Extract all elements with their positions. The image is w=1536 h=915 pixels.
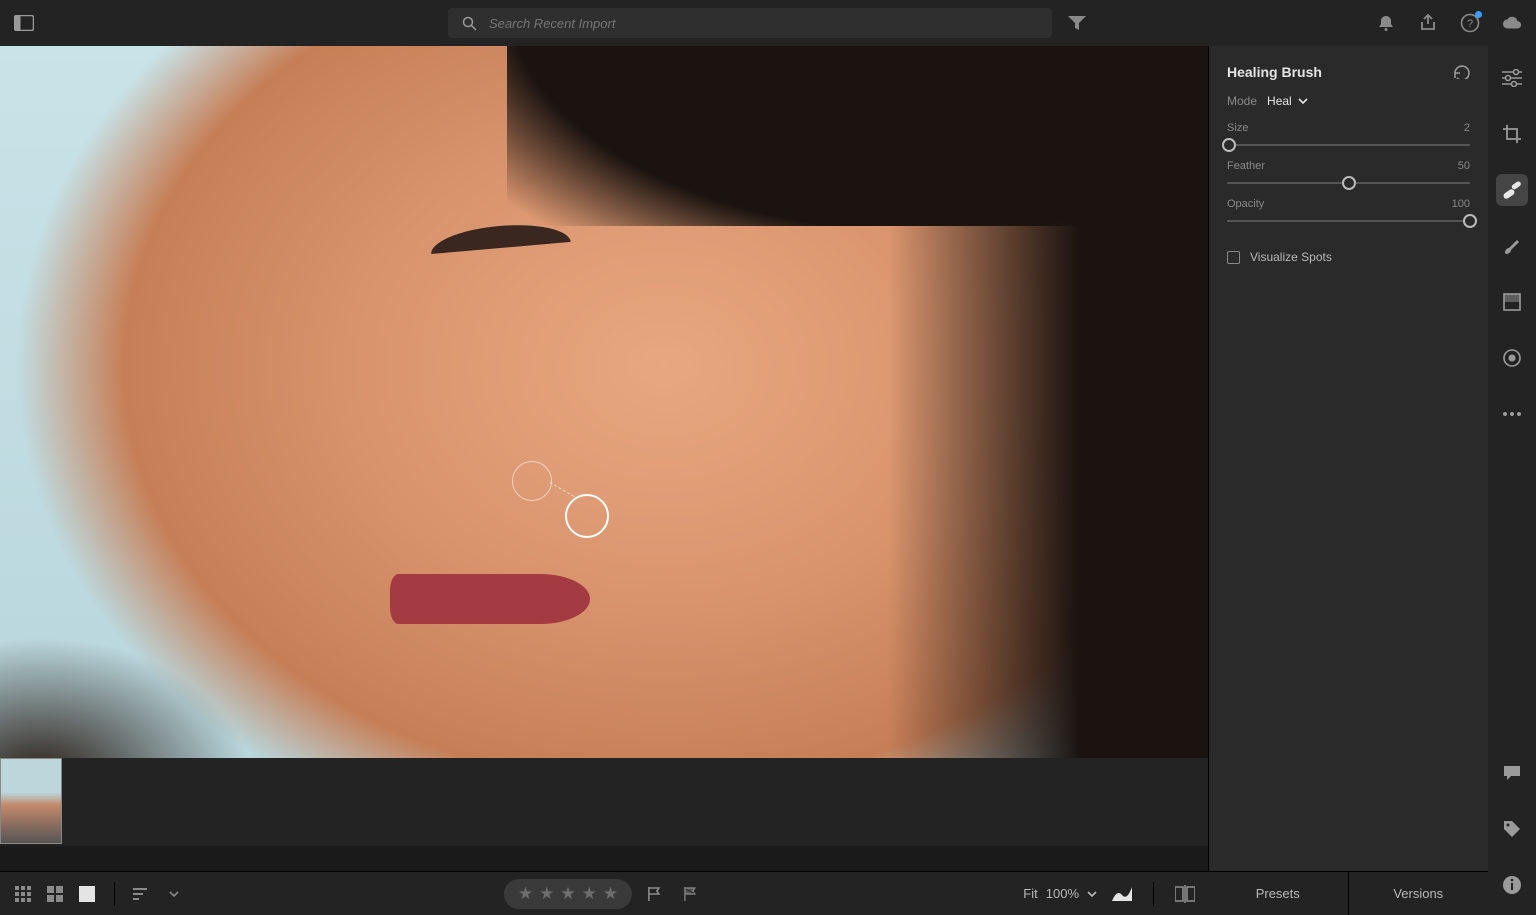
grid-large-icon[interactable] <box>44 883 66 905</box>
sort-icon[interactable] <box>131 883 153 905</box>
visualize-label: Visualize Spots <box>1250 250 1332 264</box>
comment-icon[interactable] <box>1496 757 1528 789</box>
star-1-icon[interactable]: ★ <box>518 884 533 904</box>
panel-tabs: Presets Versions <box>1208 871 1488 915</box>
star-5-icon[interactable]: ★ <box>603 884 618 904</box>
star-3-icon[interactable]: ★ <box>560 884 575 904</box>
search-box[interactable] <box>448 8 1052 38</box>
opacity-label: Opacity <box>1227 198 1264 210</box>
star-4-icon[interactable]: ★ <box>582 884 597 904</box>
bell-icon[interactable] <box>1376 13 1396 33</box>
tag-icon[interactable] <box>1496 813 1528 845</box>
feather-value: 50 <box>1458 160 1470 172</box>
tool-rail <box>1488 46 1536 839</box>
heal-source-marker[interactable] <box>512 461 552 501</box>
zoom-control[interactable]: Fit 100% <box>1023 886 1097 901</box>
before-after-icon[interactable] <box>1174 883 1196 905</box>
info-icon[interactable] <box>1496 869 1528 901</box>
share-icon[interactable] <box>1418 13 1438 33</box>
feather-slider[interactable]: Feather 50 <box>1227 160 1470 184</box>
size-value: 2 <box>1464 122 1470 134</box>
aux-rail <box>1488 735 1536 915</box>
flag-pick-icon[interactable] <box>646 885 664 903</box>
checkbox-icon <box>1227 251 1240 264</box>
brush-icon[interactable] <box>1496 230 1528 262</box>
size-slider[interactable]: Size 2 <box>1227 122 1470 146</box>
visualize-spots-toggle[interactable]: Visualize Spots <box>1227 250 1470 264</box>
zoom-pct-label: 100% <box>1046 886 1079 901</box>
filter-icon[interactable] <box>1066 12 1088 34</box>
bottom-bar: ★ ★ ★ ★ ★ Fit 100% <box>0 871 1208 915</box>
search-input[interactable] <box>487 15 1038 32</box>
mode-value: Heal <box>1267 94 1292 108</box>
panel-toggle-icon[interactable] <box>14 13 34 33</box>
svg-text:?: ? <box>1467 18 1473 30</box>
size-label: Size <box>1227 122 1248 134</box>
linear-gradient-icon[interactable] <box>1496 286 1528 318</box>
cloud-icon[interactable] <box>1502 13 1522 33</box>
search-icon <box>462 16 477 31</box>
healing-panel: Healing Brush Mode Heal Size 2 Feather 5… <box>1208 46 1488 915</box>
notification-dot <box>1475 11 1482 18</box>
grid-small-icon[interactable] <box>12 883 34 905</box>
feather-label: Feather <box>1227 160 1265 172</box>
rating-control[interactable]: ★ ★ ★ ★ ★ <box>504 879 632 909</box>
help-icon[interactable]: ? <box>1460 13 1480 33</box>
histogram-icon[interactable] <box>1111 883 1133 905</box>
versions-tab[interactable]: Versions <box>1348 872 1489 915</box>
crop-icon[interactable] <box>1496 118 1528 150</box>
image-canvas[interactable] <box>0 46 1208 758</box>
opacity-slider[interactable]: Opacity 100 <box>1227 198 1470 222</box>
chevron-down-icon <box>1298 96 1308 106</box>
panel-title: Healing Brush <box>1227 64 1322 80</box>
single-view-icon[interactable] <box>76 883 98 905</box>
reset-icon[interactable] <box>1452 65 1470 79</box>
thumbnail[interactable] <box>0 758 62 844</box>
mode-dropdown[interactable]: Heal <box>1267 94 1308 108</box>
healing-brush-icon[interactable] <box>1496 174 1528 206</box>
filmstrip <box>0 758 1208 846</box>
edit-sliders-icon[interactable] <box>1496 62 1528 94</box>
flag-reject-icon[interactable] <box>682 885 700 903</box>
presets-tab[interactable]: Presets <box>1208 872 1348 915</box>
heal-target-marker[interactable] <box>565 494 609 538</box>
sort-chevron-icon[interactable] <box>163 883 185 905</box>
more-icon[interactable] <box>1496 398 1528 430</box>
star-2-icon[interactable]: ★ <box>539 884 554 904</box>
radial-gradient-icon[interactable] <box>1496 342 1528 374</box>
top-bar: ? <box>0 0 1536 46</box>
opacity-value: 100 <box>1452 198 1470 210</box>
zoom-fit-label: Fit <box>1023 886 1037 901</box>
mode-label: Mode <box>1227 94 1257 108</box>
chevron-down-icon <box>1087 889 1097 899</box>
